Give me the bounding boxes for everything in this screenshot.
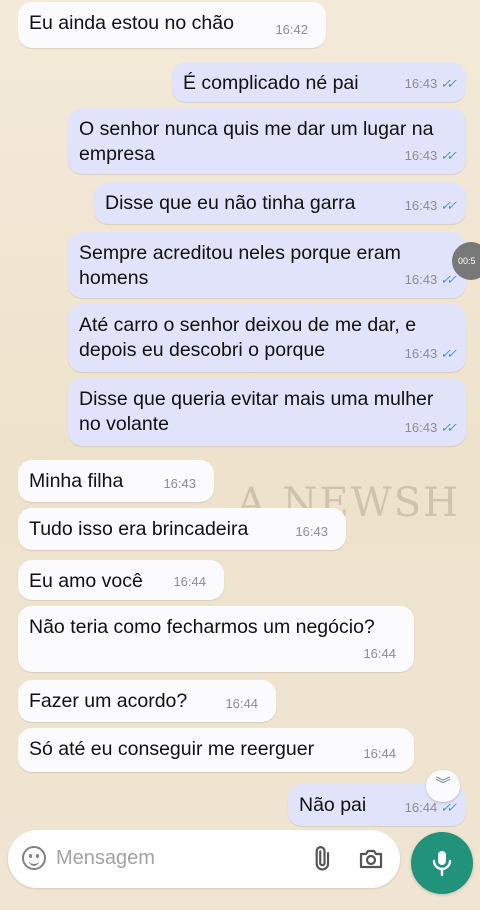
double-check-icon: ✓✓ (440, 198, 457, 213)
double-check-icon: ✓✓ (440, 346, 457, 361)
message-input[interactable]: Mensagem (56, 847, 155, 870)
scroll-to-bottom-button[interactable]: ︾ (426, 770, 460, 802)
voice-record-button[interactable] (411, 832, 473, 894)
double-check-icon: ✓✓ (440, 420, 457, 435)
message-bubble-incoming[interactable]: Não teria como fecharmos um negócio? 16:… (18, 606, 414, 672)
message-text: O senhor nunca quis me dar um lugar na e… (79, 118, 439, 165)
message-bubble-incoming[interactable]: Tudo isso era brincadeira 16:43 (18, 508, 346, 550)
message-time: 16:44 (363, 646, 396, 661)
message-bubble-incoming[interactable]: Só até eu conseguir me reerguer 16:44 (18, 728, 414, 772)
message-list[interactable]: Eu ainda estou no chão 16:42 É complicad… (0, 0, 480, 830)
double-check-icon: ✓✓ (440, 148, 457, 163)
message-time: 16:43 ✓✓ (405, 193, 457, 218)
message-text: Eu ainda estou no chão (29, 12, 234, 34)
message-time: 16:43 ✓✓ (405, 71, 457, 96)
double-check-icon: ✓✓ (440, 76, 457, 91)
message-composer[interactable]: Mensagem (8, 830, 400, 888)
paperclip-icon[interactable] (308, 846, 334, 872)
message-time: 16:44 (225, 696, 258, 711)
emoji-icon[interactable] (22, 846, 46, 870)
message-time: 16:42 (275, 22, 308, 37)
message-text: Disse que queria evitar mais uma mulher … (79, 388, 439, 435)
double-check-icon: ✓✓ (440, 272, 457, 287)
message-bubble-outgoing[interactable]: Até carro o senhor deixou de me dar, e d… (68, 304, 466, 372)
message-text: Disse que eu não tinha garra (105, 192, 356, 214)
message-text: Até carro o senhor deixou de me dar, e d… (79, 314, 422, 361)
message-bubble-incoming[interactable]: Eu amo você 16:44 (18, 560, 224, 600)
message-time: 16:44 (363, 746, 396, 761)
message-text: Não teria como fecharmos um negócio? (29, 616, 375, 638)
chevron-double-down-icon: ︾ (435, 776, 451, 793)
message-text: Tudo isso era brincadeira (29, 518, 249, 540)
message-text: Só até eu conseguir me reerguer (29, 738, 315, 760)
message-time: 16:43 ✓✓ (405, 415, 457, 440)
message-text: Sempre acreditou neles porque eram homen… (79, 242, 407, 289)
message-bubble-outgoing[interactable]: Disse que queria evitar mais uma mulher … (68, 378, 466, 446)
message-time: 16:43 (295, 524, 328, 539)
message-bubble-outgoing[interactable]: Disse que eu não tinha garra 16:43 ✓✓ (94, 182, 466, 224)
camera-icon[interactable] (358, 847, 384, 871)
message-time: 16:43 ✓✓ (405, 341, 457, 366)
message-bubble-incoming[interactable]: Minha filha 16:43 (18, 460, 214, 502)
message-time: 16:44 (173, 574, 206, 589)
message-time: 16:43 ✓✓ (405, 143, 457, 168)
message-bubble-outgoing[interactable]: É complicado né pai 16:43 ✓✓ (172, 62, 466, 102)
message-bubble-outgoing[interactable]: Sempre acreditou neles porque eram homen… (68, 232, 466, 298)
microphone-icon (432, 851, 452, 877)
message-bubble-incoming[interactable]: Fazer um acordo? 16:44 (18, 680, 276, 722)
message-bubble-outgoing[interactable]: O senhor nunca quis me dar um lugar na e… (68, 108, 466, 174)
message-time: 16:43 ✓✓ (405, 267, 457, 292)
message-time: 16:43 (163, 476, 196, 491)
message-bubble-incoming[interactable]: Eu ainda estou no chão 16:42 (18, 2, 326, 48)
